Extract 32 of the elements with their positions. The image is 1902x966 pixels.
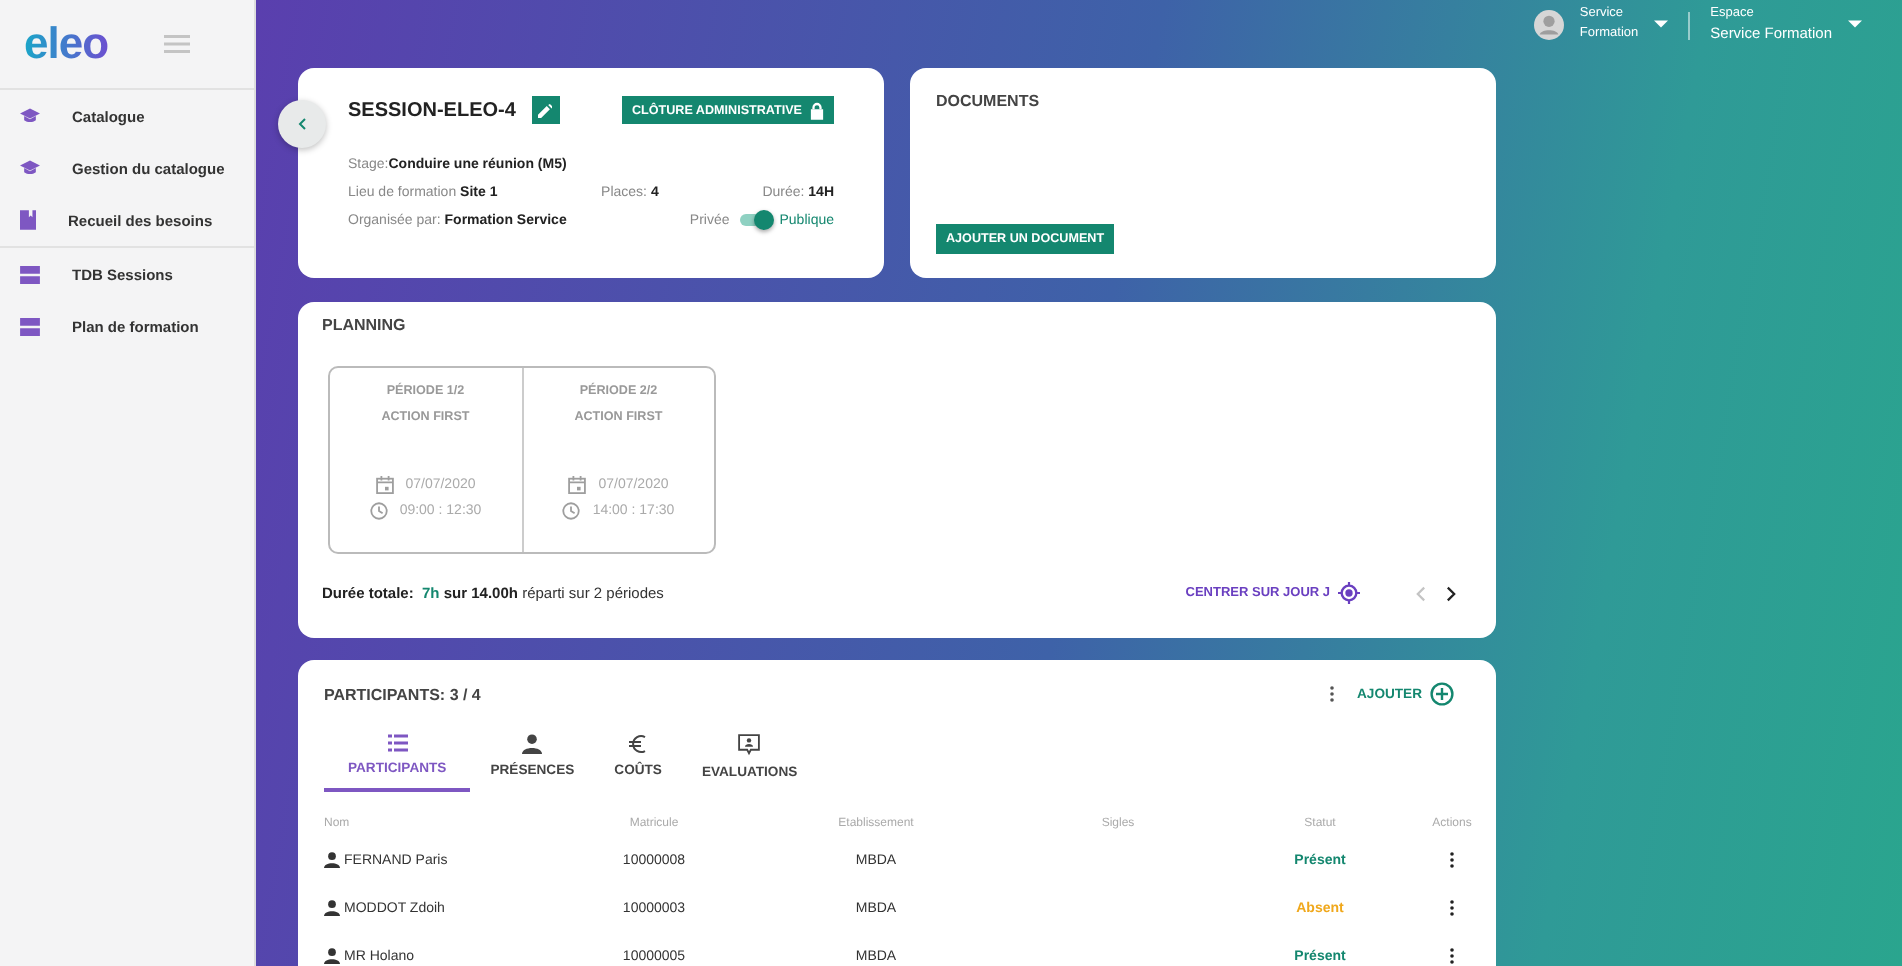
- calendar-icon: [568, 476, 587, 494]
- euro-icon: [628, 734, 649, 754]
- clock-icon: [562, 502, 581, 520]
- graduation-cap-icon: [20, 160, 40, 176]
- person-icon: [324, 948, 340, 964]
- collapse-button[interactable]: [278, 100, 326, 148]
- server-icon: [20, 317, 40, 335]
- more-icon[interactable]: [1329, 686, 1334, 702]
- clock-icon: [369, 502, 388, 520]
- server-icon: [20, 265, 40, 283]
- planning-title: PLANNING: [322, 316, 408, 334]
- chevron-left-icon: [298, 118, 306, 130]
- graduation-cap-icon: [20, 108, 40, 124]
- lock-icon: [810, 101, 824, 119]
- person-icon: [324, 852, 340, 868]
- edit-button[interactable]: [531, 96, 560, 124]
- avatar-icon: [1533, 9, 1564, 39]
- pencil-icon: [538, 103, 553, 117]
- person-icon: [324, 900, 340, 916]
- calendar-icon: [375, 476, 394, 494]
- caret-icon: [1848, 20, 1862, 28]
- target-icon: [1338, 582, 1360, 604]
- list-icon: [387, 734, 408, 752]
- person-icon: [522, 734, 543, 754]
- book-icon: [20, 210, 36, 230]
- participants-title: PARTICIPANTS: 3 / 4: [324, 685, 481, 703]
- session-title: SESSION-ELEO-4: [348, 99, 516, 121]
- plus-circle-icon: [1430, 682, 1454, 706]
- caret-icon: [1654, 20, 1669, 28]
- visibility-toggle[interactable]: [739, 214, 770, 226]
- feedback-icon: [738, 734, 761, 756]
- documents-title: DOCUMENTS: [936, 92, 1042, 110]
